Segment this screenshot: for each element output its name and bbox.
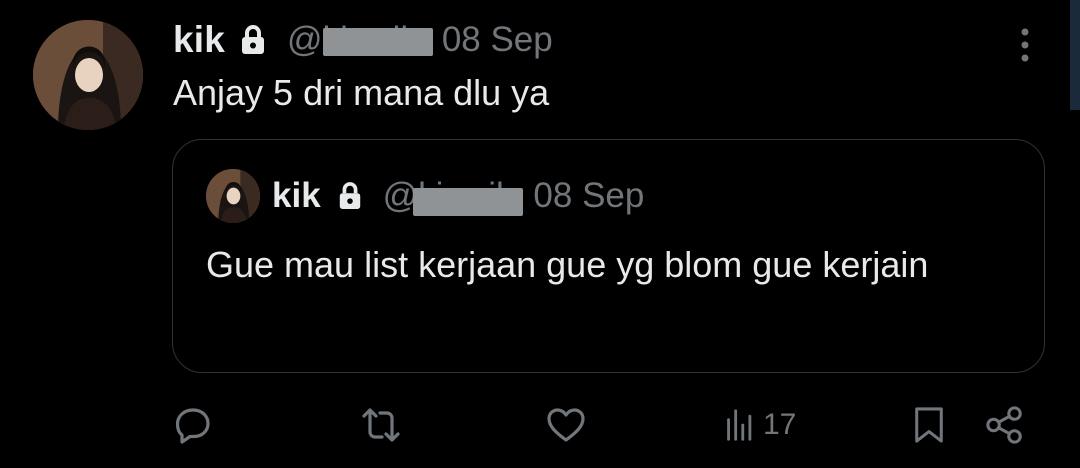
tweet[interactable]: kik @kiwoil · 08 Sep Anjay 5 dri mana dl… xyxy=(0,0,1080,468)
quoted-tweet-header: kik @kiwoil · 08 Sep xyxy=(272,174,644,218)
bookmark-icon xyxy=(912,404,946,446)
quoted-author-handle: @kiwoil xyxy=(383,176,523,216)
avatar[interactable] xyxy=(33,20,143,130)
heart-icon xyxy=(545,405,587,445)
tweet-text: Anjay 5 dri mana dlu ya xyxy=(173,72,550,113)
redaction-block xyxy=(323,28,434,56)
like-button[interactable] xyxy=(545,400,587,450)
views-button[interactable]: 17 xyxy=(725,400,796,450)
quoted-tweet-date: 08 Sep xyxy=(533,176,645,215)
author-name[interactable]: kik xyxy=(173,19,225,61)
analytics-icon xyxy=(725,405,757,445)
views-count: 17 xyxy=(763,408,797,441)
quoted-avatar[interactable] xyxy=(206,169,260,223)
retweet-button[interactable] xyxy=(359,400,403,450)
reply-button[interactable] xyxy=(173,400,213,450)
scrollbar[interactable] xyxy=(1070,0,1080,110)
tweet-date[interactable]: 08 Sep xyxy=(442,20,553,60)
tweet-header: kik @kiwoil · 08 Sep xyxy=(173,16,553,64)
quoted-tweet-text: Gue mau list kerjaan gue yg blom gue ker… xyxy=(206,244,929,285)
share-button[interactable] xyxy=(985,400,1025,450)
reply-icon xyxy=(173,405,213,445)
bookmark-button[interactable] xyxy=(912,400,946,450)
action-bar: 17 xyxy=(0,400,1080,450)
lock-icon xyxy=(337,180,363,212)
redaction-block xyxy=(412,188,523,216)
author-handle[interactable]: @kiwoil xyxy=(287,20,434,60)
retweet-icon xyxy=(359,405,403,445)
more-options-icon[interactable] xyxy=(1015,25,1035,65)
quoted-avatar-photo xyxy=(206,169,260,223)
avatar-photo xyxy=(33,20,143,130)
quoted-tweet[interactable]: kik @kiwoil · 08 Sep Gue mau list kerjaa… xyxy=(172,139,1045,373)
share-icon xyxy=(985,405,1025,445)
quoted-author-name: kik xyxy=(272,176,321,215)
lock-icon xyxy=(239,23,267,57)
